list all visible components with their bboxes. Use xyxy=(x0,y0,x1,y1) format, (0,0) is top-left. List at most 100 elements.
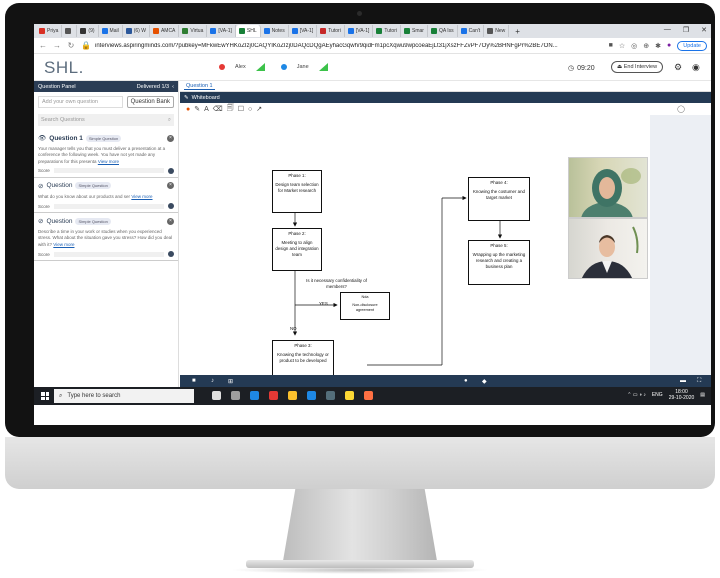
back-icon[interactable]: ← xyxy=(39,41,47,50)
pen-tool-icon[interactable]: ✎ xyxy=(194,105,200,113)
phase-4-title: Phase 4: xyxy=(490,180,508,185)
taskbar-clock[interactable]: 18:00 29-10-2020 xyxy=(669,389,695,401)
comment-icon[interactable]: ◯ xyxy=(677,105,685,113)
view-more-link[interactable]: View more xyxy=(53,242,74,247)
close-window-button[interactable]: ✕ xyxy=(701,26,707,34)
question-card[interactable]: ⊘ Question Simple Question × Describe a … xyxy=(34,213,178,262)
forward-icon[interactable]: → xyxy=(53,41,61,50)
minimize-button[interactable]: — xyxy=(664,26,671,34)
taskbar-app-icon[interactable] xyxy=(212,391,221,400)
star-icon[interactable]: ☆ xyxy=(619,42,625,50)
profile-avatar[interactable]: ● xyxy=(667,42,671,49)
browser-tab[interactable]: [VA-1] xyxy=(207,25,236,37)
tab-label: Tutori xyxy=(384,28,397,34)
extension-icon[interactable]: ◎ xyxy=(631,42,637,50)
grid-icon[interactable]: ⊞ xyxy=(228,378,233,385)
flow-node-phase-4: Phase 4: Knowing the costumer and target… xyxy=(468,177,530,221)
whiteboard-chat-icon[interactable]: ▬ xyxy=(680,378,686,384)
language-indicator[interactable]: ENG xyxy=(652,392,663,398)
eraser-tool-icon[interactable]: ⌫ xyxy=(213,105,223,113)
signal-icon xyxy=(255,63,265,71)
taskbar-app-icon[interactable] xyxy=(250,391,259,400)
browser-tab[interactable]: Can't xyxy=(458,25,485,37)
participants-icon[interactable]: ● xyxy=(464,378,468,384)
browser-tab[interactable]: New xyxy=(484,25,510,37)
browser-tab[interactable]: QA Iss xyxy=(428,25,458,37)
chat-icon[interactable]: ◆ xyxy=(482,378,487,385)
browser-tab[interactable]: SHL xyxy=(235,25,261,37)
search-questions-input[interactable]: Search Questions ⌕ xyxy=(38,114,174,126)
tab-favicon-icon xyxy=(263,28,270,34)
browser-tab[interactable]: Virtua xyxy=(179,25,208,37)
taskbar-app-icon[interactable] xyxy=(307,391,316,400)
view-more-link[interactable]: View more xyxy=(98,159,119,164)
browser-tab[interactable]: (9) xyxy=(77,25,99,37)
browser-tab[interactable]: [VA-1] xyxy=(345,25,374,37)
end-interview-button[interactable]: ⏏ End Interview xyxy=(611,61,664,73)
url-field[interactable]: interviews.aspiringminds.com/?pubkey=MFk… xyxy=(95,43,603,49)
circle-tool-icon[interactable]: ○ xyxy=(248,106,252,113)
taskbar-app-icon[interactable] xyxy=(269,391,278,400)
taskbar-app-icon[interactable] xyxy=(231,391,240,400)
extension-icon-2[interactable]: ⊕ xyxy=(643,42,649,50)
microphone-icon[interactable]: ♪ xyxy=(211,378,214,384)
notification-icon[interactable]: ▤ xyxy=(700,392,705,398)
score-slider[interactable] xyxy=(53,168,164,174)
expand-icon[interactable] xyxy=(168,251,174,258)
question-card[interactable]: 👁 Question 1 Simple Question × Your mana… xyxy=(34,130,178,178)
view-more-link[interactable]: View more xyxy=(131,194,152,199)
rectangle-tool-icon[interactable]: ☐ xyxy=(238,105,244,113)
woman-in-hijab-video xyxy=(581,168,641,217)
question-bank-button[interactable]: Question Bank xyxy=(126,96,174,108)
taskbar-search[interactable]: ⌕ Type here to search xyxy=(54,389,194,403)
score-slider[interactable] xyxy=(53,203,164,209)
score-slider[interactable] xyxy=(53,251,164,257)
tray-icons[interactable]: ⌃ ▭ ◑ ♪ xyxy=(627,392,646,398)
new-tab-button[interactable]: + xyxy=(515,27,520,36)
tab-label: Notes xyxy=(271,28,285,34)
remove-question-icon[interactable]: × xyxy=(167,217,174,225)
reload-icon[interactable]: ↻ xyxy=(67,41,75,50)
browser-tab[interactable]: Smar xyxy=(401,25,428,37)
video-tile-participant-1[interactable] xyxy=(568,157,648,218)
expand-icon[interactable] xyxy=(168,203,174,210)
maximize-button[interactable]: ❐ xyxy=(683,26,689,34)
browser-tab[interactable]: Priya xyxy=(36,25,63,37)
add-question-input[interactable]: Add your own question xyxy=(38,96,123,108)
browser-tab[interactable]: Tutori xyxy=(317,25,345,37)
question-card[interactable]: ⊘ Question Simple Question × What do you… xyxy=(34,178,178,214)
browser-tab[interactable]: AMCA xyxy=(150,25,180,37)
update-button[interactable]: Update xyxy=(677,40,707,51)
color-picker-icon[interactable]: ● xyxy=(186,106,190,113)
taskbar-app-icon[interactable] xyxy=(364,391,373,400)
browser-tab[interactable]: Notes xyxy=(261,25,289,37)
help-icon[interactable]: ◉ xyxy=(692,62,700,73)
taskbar-app-icon[interactable] xyxy=(345,391,354,400)
gear-icon[interactable]: ⚙ xyxy=(674,62,682,73)
clear-tool-icon[interactable]: 🗐 xyxy=(227,104,234,115)
arrow-tool-icon[interactable]: ↗ xyxy=(256,105,262,113)
timer-value: 09:20 xyxy=(577,64,595,72)
tab-question-1[interactable]: Question 1 xyxy=(184,83,215,90)
yes-label: YES xyxy=(319,301,328,306)
fullscreen-icon[interactable]: ⛶ xyxy=(697,378,701,385)
tab-label: AMCA xyxy=(160,28,176,34)
browser-tab[interactable]: Mail xyxy=(99,25,123,37)
browser-tab[interactable] xyxy=(62,25,78,37)
windows-start-icon[interactable] xyxy=(41,392,49,400)
browser-tab[interactable]: Tutori xyxy=(373,25,401,37)
browser-tab[interactable]: [VA-1] xyxy=(289,25,318,37)
taskbar-app-icon[interactable] xyxy=(326,391,335,400)
expand-icon[interactable] xyxy=(168,167,174,174)
browser-tab[interactable]: (6) W xyxy=(123,25,150,37)
interview-timer: ◷ 09:20 xyxy=(568,64,595,73)
puzzle-icon[interactable]: ✱ xyxy=(655,42,661,50)
taskbar-app-icon[interactable] xyxy=(288,391,297,400)
remove-question-icon[interactable]: × xyxy=(167,134,174,142)
video-tile-participant-2[interactable] xyxy=(568,218,648,279)
video-camera-icon[interactable]: ■ xyxy=(192,378,196,384)
camera-icon[interactable]: ■ xyxy=(609,42,613,49)
remove-question-icon[interactable]: × xyxy=(167,182,174,190)
tab-label: (9) xyxy=(88,28,95,34)
text-tool-icon[interactable]: A xyxy=(204,106,209,113)
